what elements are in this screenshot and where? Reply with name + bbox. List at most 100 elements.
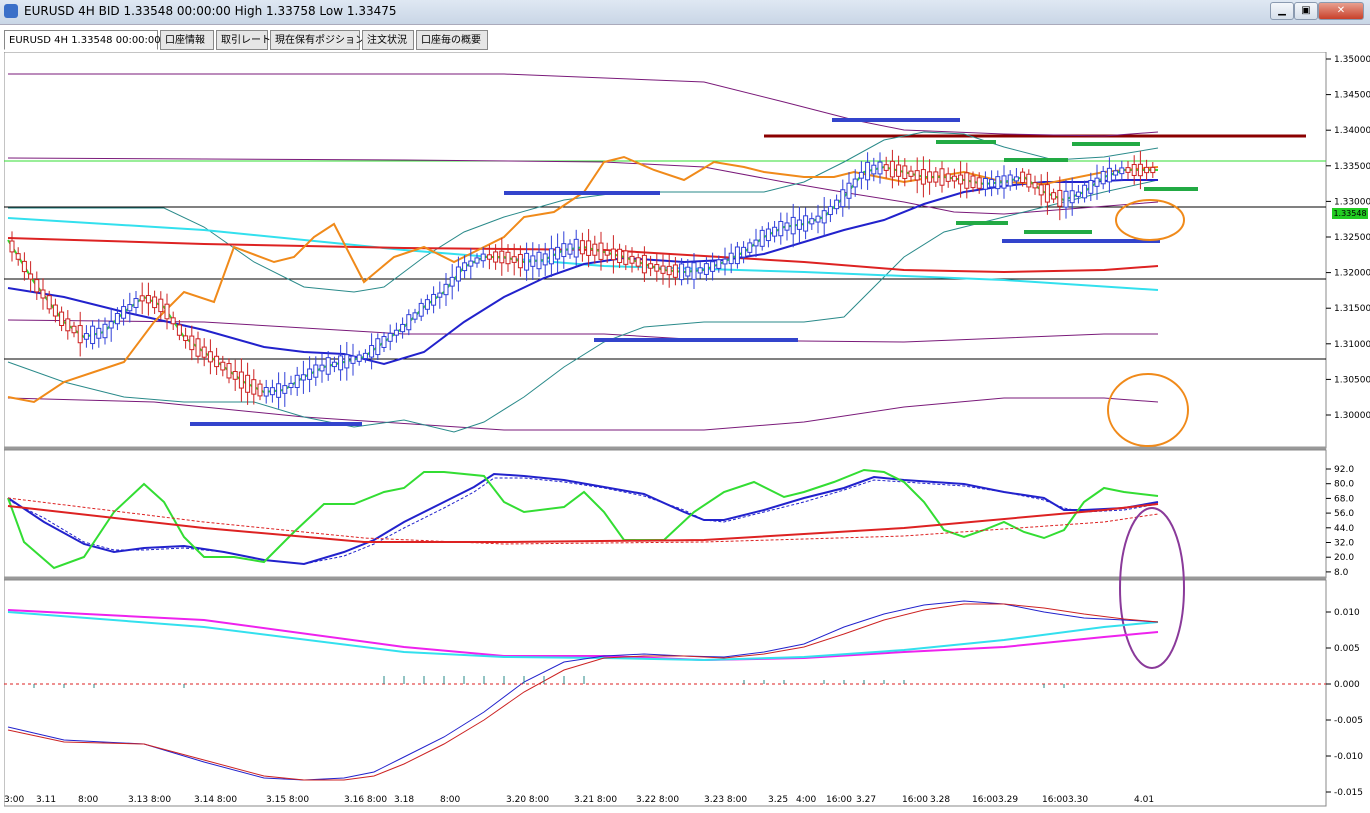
time-tick-label: 3.15 8:00	[266, 795, 309, 805]
candle-body	[214, 355, 220, 368]
candle-body	[747, 242, 753, 253]
tab-rates[interactable]: 取引レート	[216, 30, 271, 50]
candle-body	[133, 298, 139, 308]
candle-body	[350, 355, 356, 364]
price-tick-label: 1.32500	[1334, 233, 1370, 243]
stoch-axis: 92.0 80.0 68.0 56.0 44.0 32.0 20.0 8.0	[1326, 465, 1354, 578]
candle-body	[933, 171, 939, 183]
tab-orders[interactable]: 注文状況	[362, 30, 414, 50]
candle-body	[443, 283, 449, 296]
time-tick-label: 3:00	[4, 795, 24, 805]
candle-body	[623, 250, 629, 265]
candle-body	[102, 323, 108, 339]
candle-body	[511, 256, 517, 263]
candle-body	[269, 387, 275, 396]
candle-body	[790, 216, 796, 235]
candle-body	[1051, 192, 1057, 200]
candle-body	[238, 371, 244, 389]
candle-body	[331, 361, 337, 368]
candle-body	[449, 276, 455, 287]
price-tick-label: 1.34500	[1334, 91, 1370, 101]
candle-body	[858, 171, 864, 179]
chart-canvas[interactable]: 1.35000 1.34500 1.34000 1.33500 1.33000 1.325…	[3, 51, 1370, 810]
candle-body	[474, 257, 480, 264]
candle-body	[753, 239, 759, 247]
candle-body	[840, 189, 846, 208]
candle-body	[1119, 167, 1125, 175]
time-tick-label: 3.20 8:00	[506, 795, 549, 805]
candle-body	[437, 292, 443, 298]
candle-body	[480, 253, 486, 262]
candle-body	[796, 219, 802, 230]
minimize-button[interactable]: ▁	[1270, 2, 1294, 20]
candle-body	[412, 312, 418, 320]
candle-body	[257, 383, 263, 397]
stoch-tick-label: 80.0	[1334, 480, 1354, 490]
candle-body	[71, 325, 77, 334]
tab-positions[interactable]: 現在保有ポジション	[270, 30, 365, 50]
candle-body	[77, 325, 83, 344]
candle-body	[691, 262, 697, 280]
candle-body	[201, 346, 207, 358]
candle-body	[679, 263, 685, 281]
price-tick-label: 1.31000	[1334, 340, 1370, 350]
candle-body	[672, 264, 678, 278]
current-price-badge: 1.33548	[1332, 208, 1368, 219]
candle-body	[610, 248, 616, 261]
candle-body	[65, 318, 71, 332]
macd-panel-frame	[3, 579, 1327, 807]
candle-body	[945, 173, 951, 182]
candle-body	[1113, 170, 1119, 176]
candle-body	[951, 175, 957, 182]
candle-body	[1001, 175, 1007, 189]
candle-body	[871, 164, 877, 175]
candle-body	[908, 170, 914, 177]
candle-body	[288, 382, 294, 388]
candle-body	[598, 242, 604, 260]
candle-body	[207, 351, 213, 363]
candle-body	[778, 220, 784, 237]
stoch-tick-label: 20.0	[1334, 553, 1354, 563]
close-button[interactable]: ✕	[1318, 2, 1364, 20]
candle-body	[1150, 166, 1156, 174]
candle-body	[865, 161, 871, 181]
candle-body	[226, 363, 232, 379]
macd-tick-label: 0.005	[1334, 644, 1360, 654]
candle-body	[635, 257, 641, 267]
candle-body	[307, 368, 313, 380]
candle-body	[772, 226, 778, 237]
candle-body	[716, 259, 722, 269]
candle-body	[152, 296, 158, 309]
candle-body	[1094, 177, 1100, 187]
price-tick-label: 1.31500	[1334, 304, 1370, 314]
tab-account-summary[interactable]: 口座毎の概要	[416, 30, 488, 50]
candle-body	[1013, 176, 1019, 182]
candle-body	[455, 266, 461, 282]
candle-body	[15, 253, 21, 260]
candle-body	[486, 254, 492, 260]
price-axis: 1.35000 1.34500 1.34000 1.33500 1.33000 1.325…	[1326, 55, 1370, 421]
candle-body	[741, 246, 747, 258]
tab-account-info[interactable]: 口座情報	[160, 30, 214, 50]
candle-body	[59, 311, 65, 327]
stoch-tick-label: 8.0	[1334, 568, 1349, 578]
candle-body	[176, 324, 182, 336]
candle-body	[728, 252, 734, 265]
candle-body	[344, 354, 350, 369]
candle-body	[90, 325, 96, 345]
macd-tick-label: 0.000	[1334, 680, 1360, 690]
candle-body	[139, 295, 145, 302]
stoch-tick-label: 56.0	[1334, 509, 1354, 519]
candle-body	[784, 222, 790, 231]
tab-chart[interactable]: EURUSD 4H 1.33548 00:00:00	[4, 30, 161, 50]
restore-button[interactable]: ▣	[1294, 2, 1318, 20]
candle-body	[96, 327, 102, 339]
candle-body	[927, 171, 933, 183]
candle-body	[1038, 184, 1044, 196]
time-tick-label: 3.25	[768, 795, 788, 805]
macd-axis: 0.010 0.005 0.000 -0.005 -0.010 -0.015	[1326, 608, 1363, 798]
candle-body	[592, 243, 598, 256]
time-tick-label: 16:00	[1042, 795, 1068, 805]
candle-body	[1063, 190, 1069, 208]
time-tick-label: 3.21 8:00	[574, 795, 617, 805]
